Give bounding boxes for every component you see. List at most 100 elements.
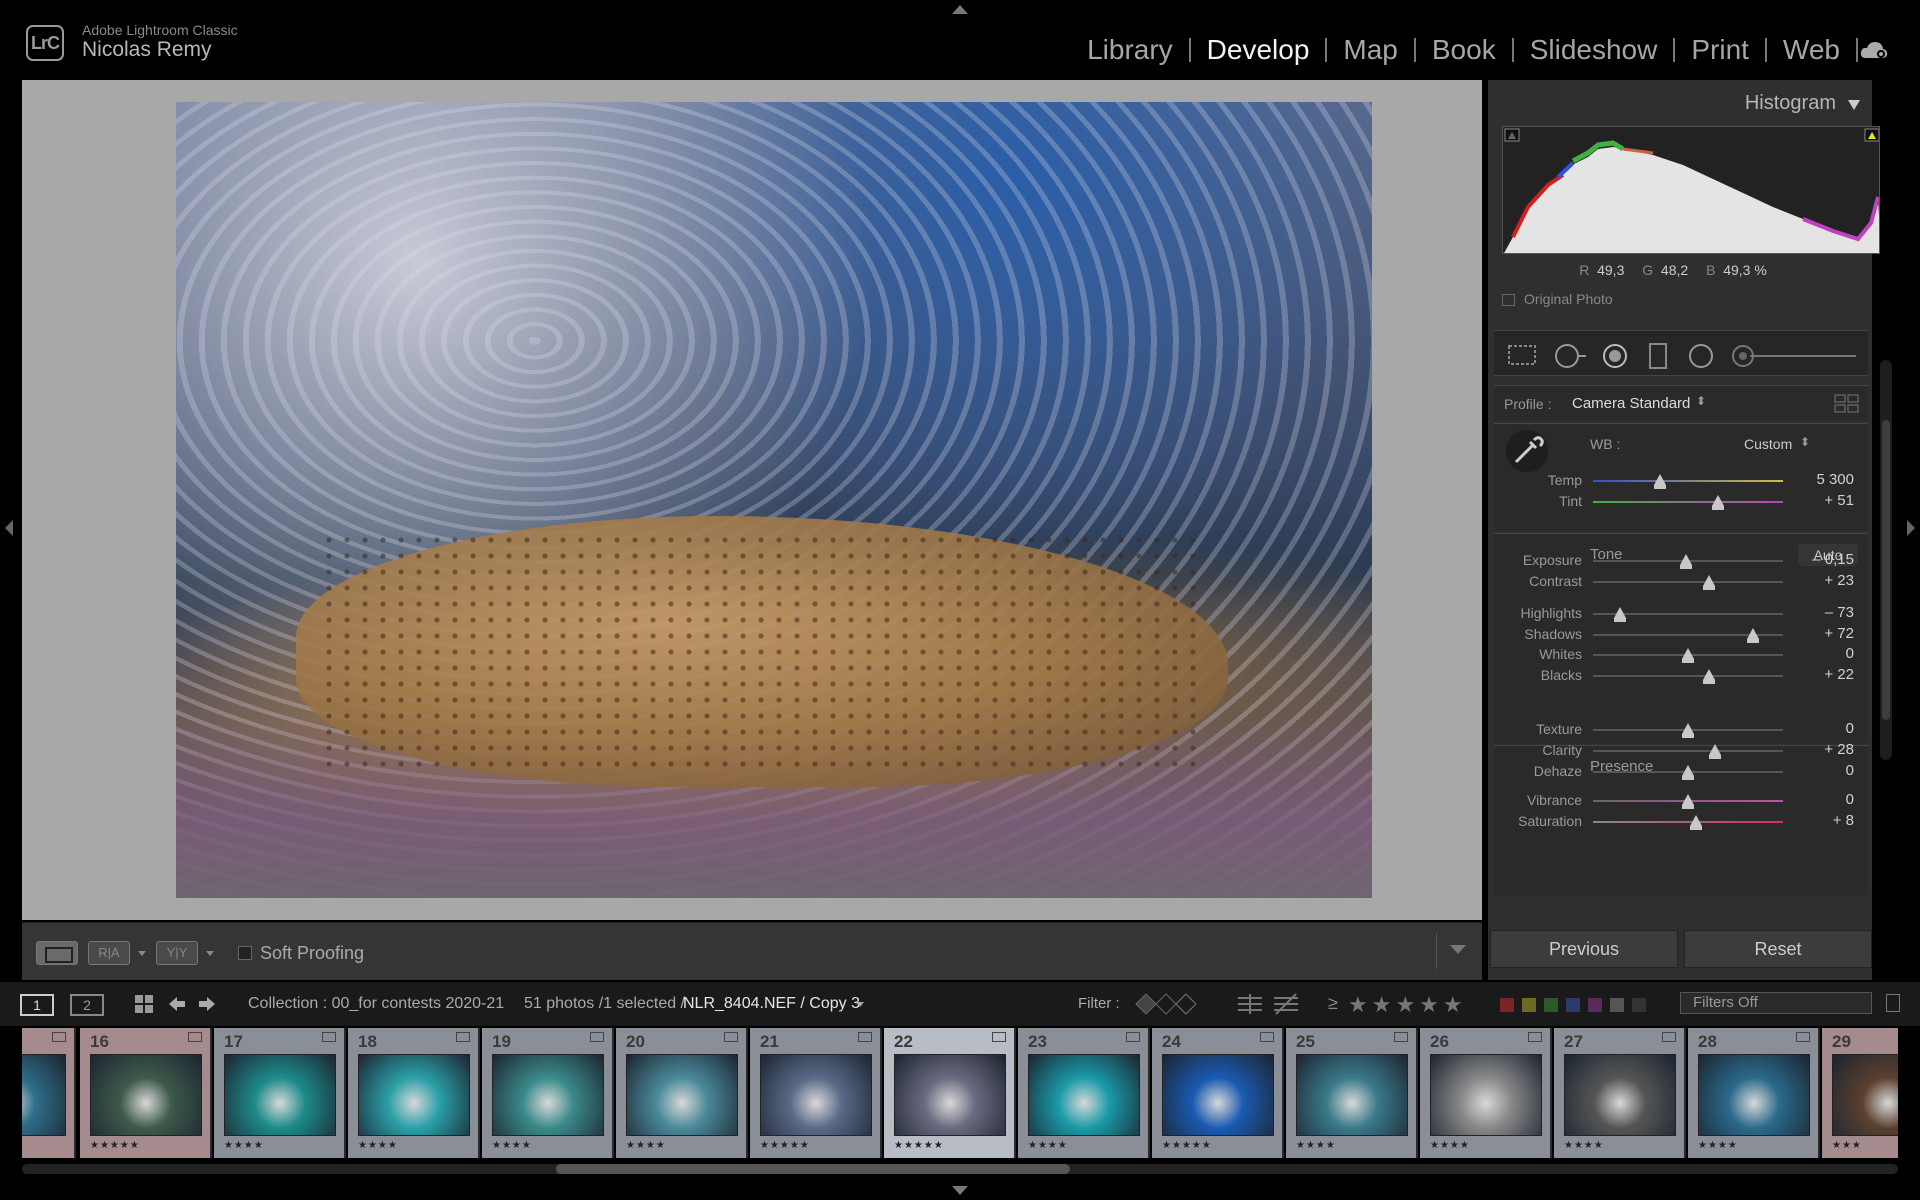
before-after-split-button[interactable]: Y|Y: [156, 941, 198, 965]
filter-preset-dropdown[interactable]: Filters Off: [1680, 992, 1872, 1014]
rating-stars[interactable]: ★★★★★: [760, 1140, 810, 1151]
filmstrip-cell[interactable]: 20 ★★★★: [616, 1028, 748, 1158]
chevron-down-icon[interactable]: [206, 951, 214, 956]
arrow-right-icon[interactable]: [198, 996, 216, 1012]
histogram-header[interactable]: Histogram: [1488, 90, 1872, 120]
filmstrip-thumbnail[interactable]: [894, 1054, 1006, 1136]
rating-filter-stars[interactable]: ★★★★★: [1348, 992, 1467, 1018]
filmstrip-thumbnail[interactable]: [1698, 1054, 1810, 1136]
slider-thumb-clarity[interactable]: [1708, 744, 1721, 759]
filmstrip-cell[interactable]: 29 ★★★: [1822, 1028, 1898, 1158]
histogram-graph[interactable]: [1502, 126, 1880, 254]
color-label-yellow[interactable]: [1522, 998, 1536, 1012]
module-print[interactable]: Print: [1675, 34, 1765, 66]
filmstrip-thumbnail[interactable]: [1832, 1054, 1898, 1136]
slider-track-shadows[interactable]: [1593, 628, 1783, 643]
rating-stars[interactable]: ★★★★★: [90, 1140, 140, 1151]
virtual-copy-badge-icon[interactable]: [188, 1032, 202, 1042]
updown-icon[interactable]: ⬍: [1696, 394, 1706, 408]
slider-thumb-exposure[interactable]: [1680, 554, 1693, 569]
virtual-copy-badge-icon[interactable]: [322, 1032, 336, 1042]
slider-value-temp[interactable]: 5 300: [1816, 471, 1854, 488]
virtual-copy-badge-icon[interactable]: [858, 1032, 872, 1042]
slider-value-vibrance[interactable]: 0: [1846, 791, 1854, 808]
soft-proofing-checkbox[interactable]: [238, 946, 252, 960]
slider-track-texture[interactable]: [1593, 723, 1783, 738]
slider-track-dehaze[interactable]: [1593, 765, 1783, 780]
current-file-name[interactable]: NLR_8404.NEF / Copy 3: [683, 995, 860, 1013]
slider-thumb-vibrance[interactable]: [1682, 794, 1694, 809]
slider-thumb-dehaze[interactable]: [1682, 765, 1694, 780]
slider-thumb-tint[interactable]: [1712, 495, 1725, 510]
module-map[interactable]: Map: [1327, 34, 1413, 66]
toolbar-options-icon[interactable]: [1450, 945, 1466, 954]
filmstrip-cell[interactable]: 28 ★★★★: [1688, 1028, 1820, 1158]
slider-thumb-blacks[interactable]: [1702, 669, 1715, 684]
slider-thumb-texture[interactable]: [1682, 723, 1694, 738]
top-panel-toggle-icon[interactable]: [952, 5, 968, 14]
filmstrip-thumbnail[interactable]: [492, 1054, 604, 1136]
slider-value-shadows[interactable]: + 72: [1824, 625, 1854, 642]
adjustment-brush-icon[interactable]: [1730, 343, 1860, 369]
filmstrip-thumbnail[interactable]: [1430, 1054, 1542, 1136]
slider-track-highlights[interactable]: [1593, 607, 1783, 622]
red-eye-icon[interactable]: [1602, 343, 1628, 369]
color-label-blue[interactable]: [1566, 998, 1580, 1012]
filmstrip-cell[interactable]: 25 ★★★★: [1286, 1028, 1418, 1158]
radial-filter-icon[interactable]: [1688, 343, 1714, 369]
color-label-custom[interactable]: [1610, 998, 1624, 1012]
virtual-copy-badge-icon[interactable]: [1528, 1032, 1542, 1042]
color-label-none[interactable]: [1632, 998, 1646, 1012]
slider-value-blacks[interactable]: + 22: [1824, 666, 1854, 683]
filmstrip-thumbnail[interactable]: [22, 1054, 66, 1136]
rating-stars[interactable]: ★★★★: [1698, 1140, 1738, 1151]
virtual-copy-badge-icon[interactable]: [456, 1032, 470, 1042]
secondary-display-button[interactable]: 2: [70, 994, 104, 1016]
filmstrip-thumbnail[interactable]: [1028, 1054, 1140, 1136]
photo-preview[interactable]: [176, 102, 1372, 898]
filmstrip-cell[interactable]: 17 ★★★★: [214, 1028, 346, 1158]
bottom-panel-toggle-icon[interactable]: [952, 1186, 968, 1195]
virtual-copy-badge-icon[interactable]: [1126, 1032, 1140, 1042]
updown-icon[interactable]: ⬍: [1800, 435, 1810, 449]
filmstrip-cell[interactable]: 27 ★★★★: [1554, 1028, 1686, 1158]
filmstrip-thumbnail[interactable]: [1296, 1054, 1408, 1136]
scrollbar-thumb[interactable]: [1882, 420, 1890, 720]
profile-dropdown[interactable]: Camera Standard: [1572, 395, 1690, 412]
color-label-green[interactable]: [1544, 998, 1558, 1012]
filmstrip-cell[interactable]: 26 ★★★★: [1420, 1028, 1552, 1158]
virtual-copy-badge-icon[interactable]: [52, 1032, 66, 1042]
right-panel-scrollbar[interactable]: [1880, 360, 1892, 760]
wb-eyedropper-icon[interactable]: [1506, 430, 1548, 472]
color-label-purple[interactable]: [1588, 998, 1602, 1012]
slider-value-saturation[interactable]: + 8: [1833, 812, 1854, 829]
filter-lock-icon[interactable]: [1886, 994, 1900, 1012]
filmstrip-cell[interactable]: 19 ★★★★: [482, 1028, 614, 1158]
module-web[interactable]: Web: [1767, 34, 1856, 66]
primary-display-button[interactable]: 1: [20, 994, 54, 1016]
left-panel-toggle-icon[interactable]: [5, 520, 13, 536]
virtual-copy-badge-icon[interactable]: [724, 1032, 738, 1042]
previous-button[interactable]: Previous: [1490, 930, 1678, 968]
module-book[interactable]: Book: [1416, 34, 1512, 66]
reset-button[interactable]: Reset: [1684, 930, 1872, 968]
slider-value-clarity[interactable]: + 28: [1824, 741, 1854, 758]
rating-stars[interactable]: ★★★★: [1430, 1140, 1470, 1151]
virtual-copy-badge-icon[interactable]: [1394, 1032, 1408, 1042]
slider-track-tint[interactable]: [1593, 495, 1783, 510]
filmstrip-thumbnail[interactable]: [358, 1054, 470, 1136]
slider-track-blacks[interactable]: [1593, 669, 1783, 684]
slider-value-exposure[interactable]: – 0,15: [1812, 551, 1854, 568]
image-canvas[interactable]: [22, 80, 1482, 920]
rating-stars[interactable]: ★★★★: [626, 1140, 666, 1151]
filmstrip-thumbnail[interactable]: [224, 1054, 336, 1136]
rating-stars[interactable]: ★★★★: [358, 1140, 398, 1151]
filmstrip-cell[interactable]: 18 ★★★★: [348, 1028, 480, 1158]
filmstrip-cell[interactable]: 24 ★★★★★: [1152, 1028, 1284, 1158]
loupe-view-button[interactable]: [36, 941, 78, 965]
virtual-copy-badge-icon[interactable]: [1796, 1032, 1810, 1042]
slider-thumb-contrast[interactable]: [1702, 575, 1715, 590]
slider-value-contrast[interactable]: + 23: [1824, 572, 1854, 589]
graduated-filter-icon[interactable]: [1648, 343, 1668, 369]
filmstrip-cell[interactable]: 16 ★★★★★: [80, 1028, 212, 1158]
